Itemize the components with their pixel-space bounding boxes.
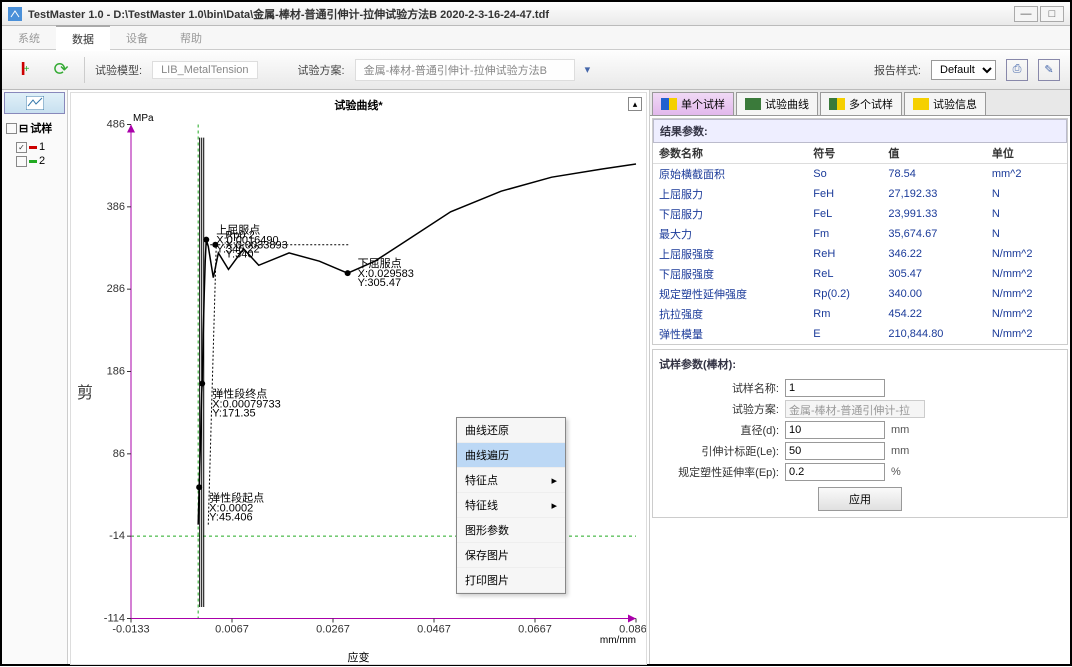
svg-text:286: 286 <box>107 283 125 295</box>
ep-input[interactable] <box>785 463 885 481</box>
gauge-input[interactable] <box>785 442 885 460</box>
ctx-traverse[interactable]: 曲线遍历 <box>457 443 565 468</box>
report-label: 报告样式: <box>874 62 921 78</box>
x-axis-label: 应变 <box>71 647 646 667</box>
ep-label: 规定塑性延伸率(Ep): <box>659 464 779 480</box>
y-unit-label: MPa <box>133 113 154 124</box>
specimen-header: 试样参数(棒材): <box>659 356 1061 376</box>
tab-icon <box>745 98 761 110</box>
menu-help[interactable]: 帮助 <box>164 26 218 50</box>
table-row: 规定塑性延伸强度Rp(0.2)340.00N/mm^2 <box>653 284 1067 304</box>
menu-bar: 系统 数据 设备 帮助 <box>2 26 1070 50</box>
tree-root[interactable]: ⊟ 试样 <box>6 120 63 136</box>
svg-text:0.0667: 0.0667 <box>518 624 552 636</box>
model-value: LIB_MetalTension <box>152 61 257 79</box>
scheme-label2: 试验方案: <box>659 401 779 417</box>
pin-icon[interactable]: ▴ <box>628 97 642 111</box>
refresh-button[interactable]: ⟳ <box>48 57 74 83</box>
svg-text:Y:45.406: Y:45.406 <box>209 511 252 523</box>
maximize-button[interactable]: □ <box>1040 6 1064 22</box>
results-panel: 结果参数: 参数名称 符号 值 单位 原始横截面积So78.54mm^2上屈服力… <box>652 118 1068 345</box>
submenu-arrow-icon: ▸ <box>551 474 557 487</box>
tree-item-2[interactable]: 2 <box>6 154 63 168</box>
model-label: 试验模型: <box>95 62 142 78</box>
y-side-label: 剪 <box>77 379 93 403</box>
window-title: TestMaster 1.0 - D:\TestMaster 1.0\bin\D… <box>28 6 1012 22</box>
table-row: 上屈服力FeH27,192.33N <box>653 184 1067 204</box>
svg-text:Y:171.35: Y:171.35 <box>212 408 255 420</box>
ctx-restore[interactable]: 曲线还原 <box>457 418 565 443</box>
tree-root-checkbox[interactable] <box>6 123 17 134</box>
svg-text:0.0867: 0.0867 <box>619 624 646 636</box>
specimen-1-checkbox[interactable] <box>16 142 27 153</box>
ctx-graph-params[interactable]: 图形参数 <box>457 518 565 543</box>
specimen-scheme-readonly: 金属-棒材-普通引伸计-拉 <box>785 400 925 418</box>
svg-text:386: 386 <box>107 201 125 213</box>
table-row: 下屈服力FeL23,991.33N <box>653 204 1067 224</box>
tab-icon <box>913 98 929 110</box>
svg-text:-14: -14 <box>109 530 125 542</box>
svg-text:Y:305.47: Y:305.47 <box>358 277 401 289</box>
new-specimen-button[interactable]: I+ <box>12 57 38 83</box>
specimen-1-color-icon <box>29 146 37 149</box>
scheme-dropdown-icon[interactable]: ▾ <box>585 63 591 76</box>
left-panel-tab[interactable] <box>4 92 65 114</box>
app-icon <box>8 7 22 21</box>
svg-text:0.0267: 0.0267 <box>316 624 350 636</box>
minimize-button[interactable]: — <box>1014 6 1038 22</box>
apply-button[interactable]: 应用 <box>818 487 902 511</box>
name-label: 试样名称: <box>659 380 779 396</box>
diameter-label: 直径(d): <box>659 422 779 438</box>
ctx-print-image[interactable]: 打印图片 <box>457 568 565 593</box>
specimen-params-panel: 试样参数(棒材): 试样名称: 试验方案: 金属-棒材-普通引伸计-拉 直径(d… <box>652 349 1068 518</box>
tab-multi-specimen[interactable]: 多个试样 <box>820 92 902 115</box>
svg-text:186: 186 <box>107 366 125 378</box>
results-header: 结果参数: <box>653 119 1067 143</box>
specimen-2-checkbox[interactable] <box>16 156 27 167</box>
tab-test-curve[interactable]: 试验曲线 <box>736 92 818 115</box>
results-table: 参数名称 符号 值 单位 原始横截面积So78.54mm^2上屈服力FeH27,… <box>653 143 1067 344</box>
tab-icon <box>661 98 677 110</box>
gauge-label: 引伸计标距(Le): <box>659 443 779 459</box>
svg-text:0.0467: 0.0467 <box>417 624 451 636</box>
table-row: 上屈服强度ReH346.22N/mm^2 <box>653 244 1067 264</box>
table-row: 弹性模量E210,844.80N/mm^2 <box>653 324 1067 344</box>
tree-item-1[interactable]: 1 <box>6 140 63 154</box>
menu-device[interactable]: 设备 <box>110 26 164 50</box>
table-row: 下屈服强度ReL305.47N/mm^2 <box>653 264 1067 284</box>
specimen-2-color-icon <box>29 160 37 163</box>
svg-text:-0.0133: -0.0133 <box>112 624 149 636</box>
svg-text:86: 86 <box>113 448 125 460</box>
table-row: 抗拉强度Rm454.22N/mm^2 <box>653 304 1067 324</box>
table-row: 原始横截面积So78.54mm^2 <box>653 164 1067 185</box>
tab-test-info[interactable]: 试验信息 <box>904 92 986 115</box>
print-preview-icon[interactable]: ⎙ <box>1006 59 1028 81</box>
submenu-arrow-icon: ▸ <box>551 499 557 512</box>
tab-icon <box>829 98 845 110</box>
diameter-input[interactable] <box>785 421 885 439</box>
scheme-label: 试验方案: <box>298 62 345 78</box>
svg-text:486: 486 <box>107 119 125 131</box>
chart-title: 试验曲线* <box>71 93 646 117</box>
scheme-value: 金属-棒材-普通引伸计-拉伸试验方法B <box>355 59 575 81</box>
chart-area[interactable]: ▴ 试验曲线* MPa 剪 -114-1486186286386486-0.01… <box>70 92 647 665</box>
svg-text:0.0067: 0.0067 <box>215 624 249 636</box>
ctx-feature-line[interactable]: 特征线▸ <box>457 493 565 518</box>
menu-data[interactable]: 数据 <box>56 25 110 51</box>
svg-text:Y:340: Y:340 <box>225 249 253 261</box>
report-style-select[interactable]: Default <box>931 60 996 80</box>
ctx-feature-point[interactable]: 特征点▸ <box>457 468 565 493</box>
chart-context-menu: 曲线还原 曲线遍历 特征点▸ 特征线▸ 图形参数 保存图片 打印图片 <box>456 417 566 594</box>
export-icon[interactable]: ✎ <box>1038 59 1060 81</box>
specimen-name-input[interactable] <box>785 379 885 397</box>
menu-system[interactable]: 系统 <box>2 26 56 50</box>
ctx-save-image[interactable]: 保存图片 <box>457 543 565 568</box>
tab-single-specimen[interactable]: 单个试样 <box>652 92 734 115</box>
x-unit-label: mm/mm <box>600 635 636 646</box>
table-row: 最大力Fm35,674.67N <box>653 224 1067 244</box>
